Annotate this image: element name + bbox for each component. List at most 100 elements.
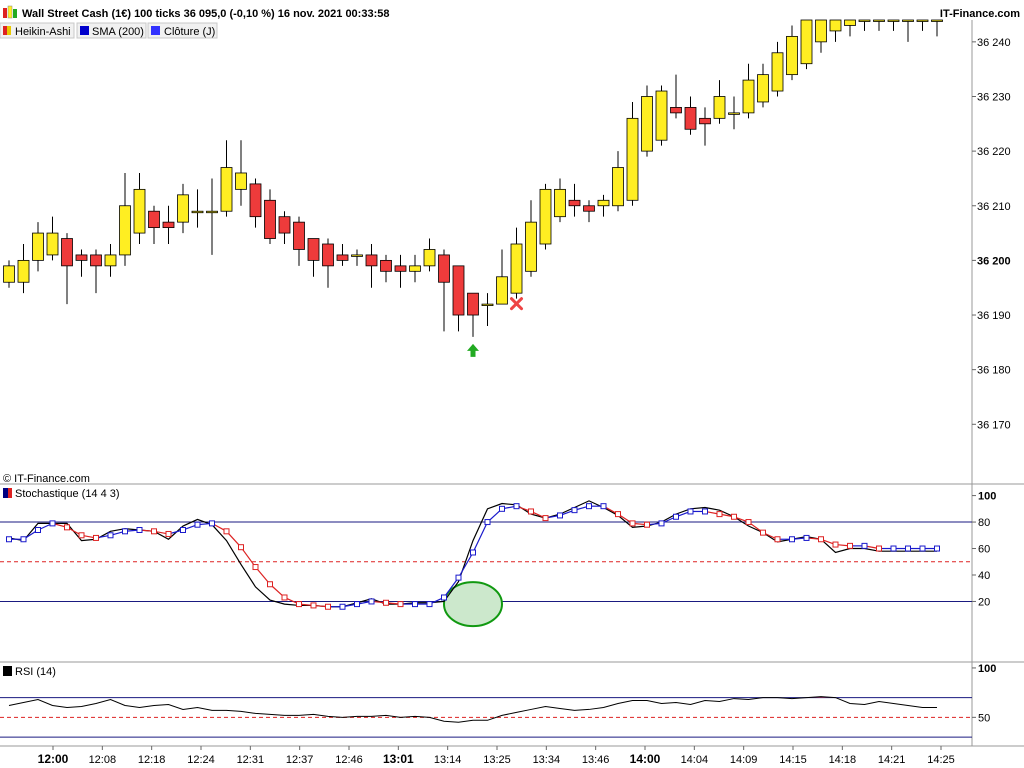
stoch-d-marker <box>731 513 737 520</box>
candle-body <box>568 199 581 207</box>
stoch-d-marker <box>847 542 853 549</box>
stoch-d-marker <box>615 511 621 518</box>
stoch-d-marker <box>78 532 85 539</box>
candle-body <box>148 210 160 229</box>
candle-body <box>684 107 697 130</box>
stoch-d-marker <box>165 530 172 537</box>
stoch-d-marker <box>281 594 288 601</box>
stoch-d-marker <box>49 520 56 527</box>
candle-body <box>3 265 15 283</box>
legend-swatch-sma <box>80 26 89 35</box>
candle-body <box>104 254 117 267</box>
candle-body <box>873 19 885 22</box>
axis-labels: 36 170 36 180 36 190 36 200 36 210 36 220 36 2… <box>38 37 1011 766</box>
candle-body <box>249 183 262 218</box>
stoch-d-marker <box>252 564 259 571</box>
time-tick-label: 14:18 <box>829 754 857 766</box>
candle-body <box>452 265 465 316</box>
level-lines <box>0 521 972 738</box>
time-tick-label: 13:25 <box>483 754 511 766</box>
chart-title: Wall Street Cash (1€) 100 ticks 36 095,0… <box>22 8 389 20</box>
stochastic-panel-header: Stochastique (14 4 3) <box>3 488 120 500</box>
candle-body <box>293 221 305 250</box>
price-tick-label: 36 230 <box>977 91 1011 103</box>
panel-frames <box>0 20 1024 747</box>
candle-body <box>858 19 871 22</box>
stoch-d-marker <box>136 526 143 533</box>
legend-swatch-cloture <box>151 26 160 35</box>
stoch-d-marker <box>484 519 491 526</box>
price-tick-label: 36 200 <box>977 255 1011 267</box>
candle-body <box>365 254 378 267</box>
candle-body <box>815 19 827 43</box>
time-tick-label: 14:04 <box>681 754 709 766</box>
stoch-d-segment <box>457 552 474 578</box>
stoch-d-marker <box>832 541 839 548</box>
candle-body <box>336 254 349 261</box>
osc-tick-label: 80 <box>978 517 990 529</box>
candle-body <box>264 199 276 239</box>
price-tick-label: 36 190 <box>977 310 1011 322</box>
stoch-d-marker <box>267 581 273 588</box>
stoch-d-marker <box>586 503 592 510</box>
candle-body <box>844 19 856 26</box>
time-tick-label: 12:18 <box>138 754 166 766</box>
candle-body <box>554 188 566 218</box>
rsi-line-path <box>8 696 937 723</box>
stoch-d-marker <box>35 526 41 533</box>
candle-body <box>641 96 653 152</box>
candle-body <box>655 90 668 141</box>
stoch-d-marker <box>760 529 766 536</box>
legend: Heikin-Ashi SMA (200) Clôture (J) <box>0 22 218 39</box>
stochastic-icon-red <box>8 488 12 498</box>
stoch-d-marker <box>774 536 781 543</box>
candle-body <box>90 254 102 267</box>
stoch-d-segment <box>472 521 489 553</box>
stochastic-title: Stochastique (14 4 3) <box>15 488 120 500</box>
stoch-d-marker <box>919 545 926 552</box>
candle-body <box>322 243 334 267</box>
brand-label: IT-Finance.com <box>940 8 1020 20</box>
legend-label-cloture: Clôture (J) <box>164 26 215 38</box>
stoch-d-marker <box>441 594 447 601</box>
time-tick-label: 14:25 <box>927 754 955 766</box>
price-tick-label: 36 180 <box>977 365 1011 377</box>
candle-body <box>220 167 233 212</box>
heikin-ashi-candles <box>3 19 943 357</box>
osc-tick-label: 60 <box>978 544 990 556</box>
candle-body <box>351 254 363 257</box>
time-tick-label: 12:00 <box>38 752 69 766</box>
candle-body <box>800 19 813 65</box>
candle-body <box>278 216 291 234</box>
rsi-line <box>8 696 937 723</box>
stoch-d-marker <box>20 536 27 543</box>
price-tick-label: 36 170 <box>977 419 1011 431</box>
candle-body <box>612 167 624 207</box>
price-tick-label: 36 240 <box>977 37 1011 49</box>
stoch-d-marker <box>325 603 331 610</box>
osc-tick-label: 100 <box>978 491 996 503</box>
stoch-d-marker <box>426 601 433 608</box>
stoch-d-marker <box>934 545 940 552</box>
candle-body <box>61 238 73 267</box>
time-tick-label: 12:31 <box>237 754 265 766</box>
candle-logo-icon-3 <box>13 9 17 18</box>
stoch-d-marker <box>890 545 897 552</box>
stoch-d-marker <box>571 507 578 514</box>
candle-body <box>496 276 508 305</box>
candle-body <box>539 188 552 245</box>
candle-body <box>916 19 929 22</box>
candle-body <box>380 259 392 272</box>
candle-body <box>670 107 682 114</box>
candle-body <box>771 52 784 92</box>
candle-body <box>307 238 320 261</box>
legend-label-heikin: Heikin-Ashi <box>15 26 71 38</box>
candle-body <box>757 74 769 103</box>
stoch-d-marker <box>876 545 882 552</box>
stoch-d-marker <box>209 520 215 527</box>
time-tick-label: 12:46 <box>335 754 363 766</box>
time-tick-label: 12:08 <box>89 754 117 766</box>
stoch-d-marker <box>470 549 476 556</box>
stoch-d-marker <box>296 601 302 608</box>
stoch-d-marker <box>716 511 723 518</box>
